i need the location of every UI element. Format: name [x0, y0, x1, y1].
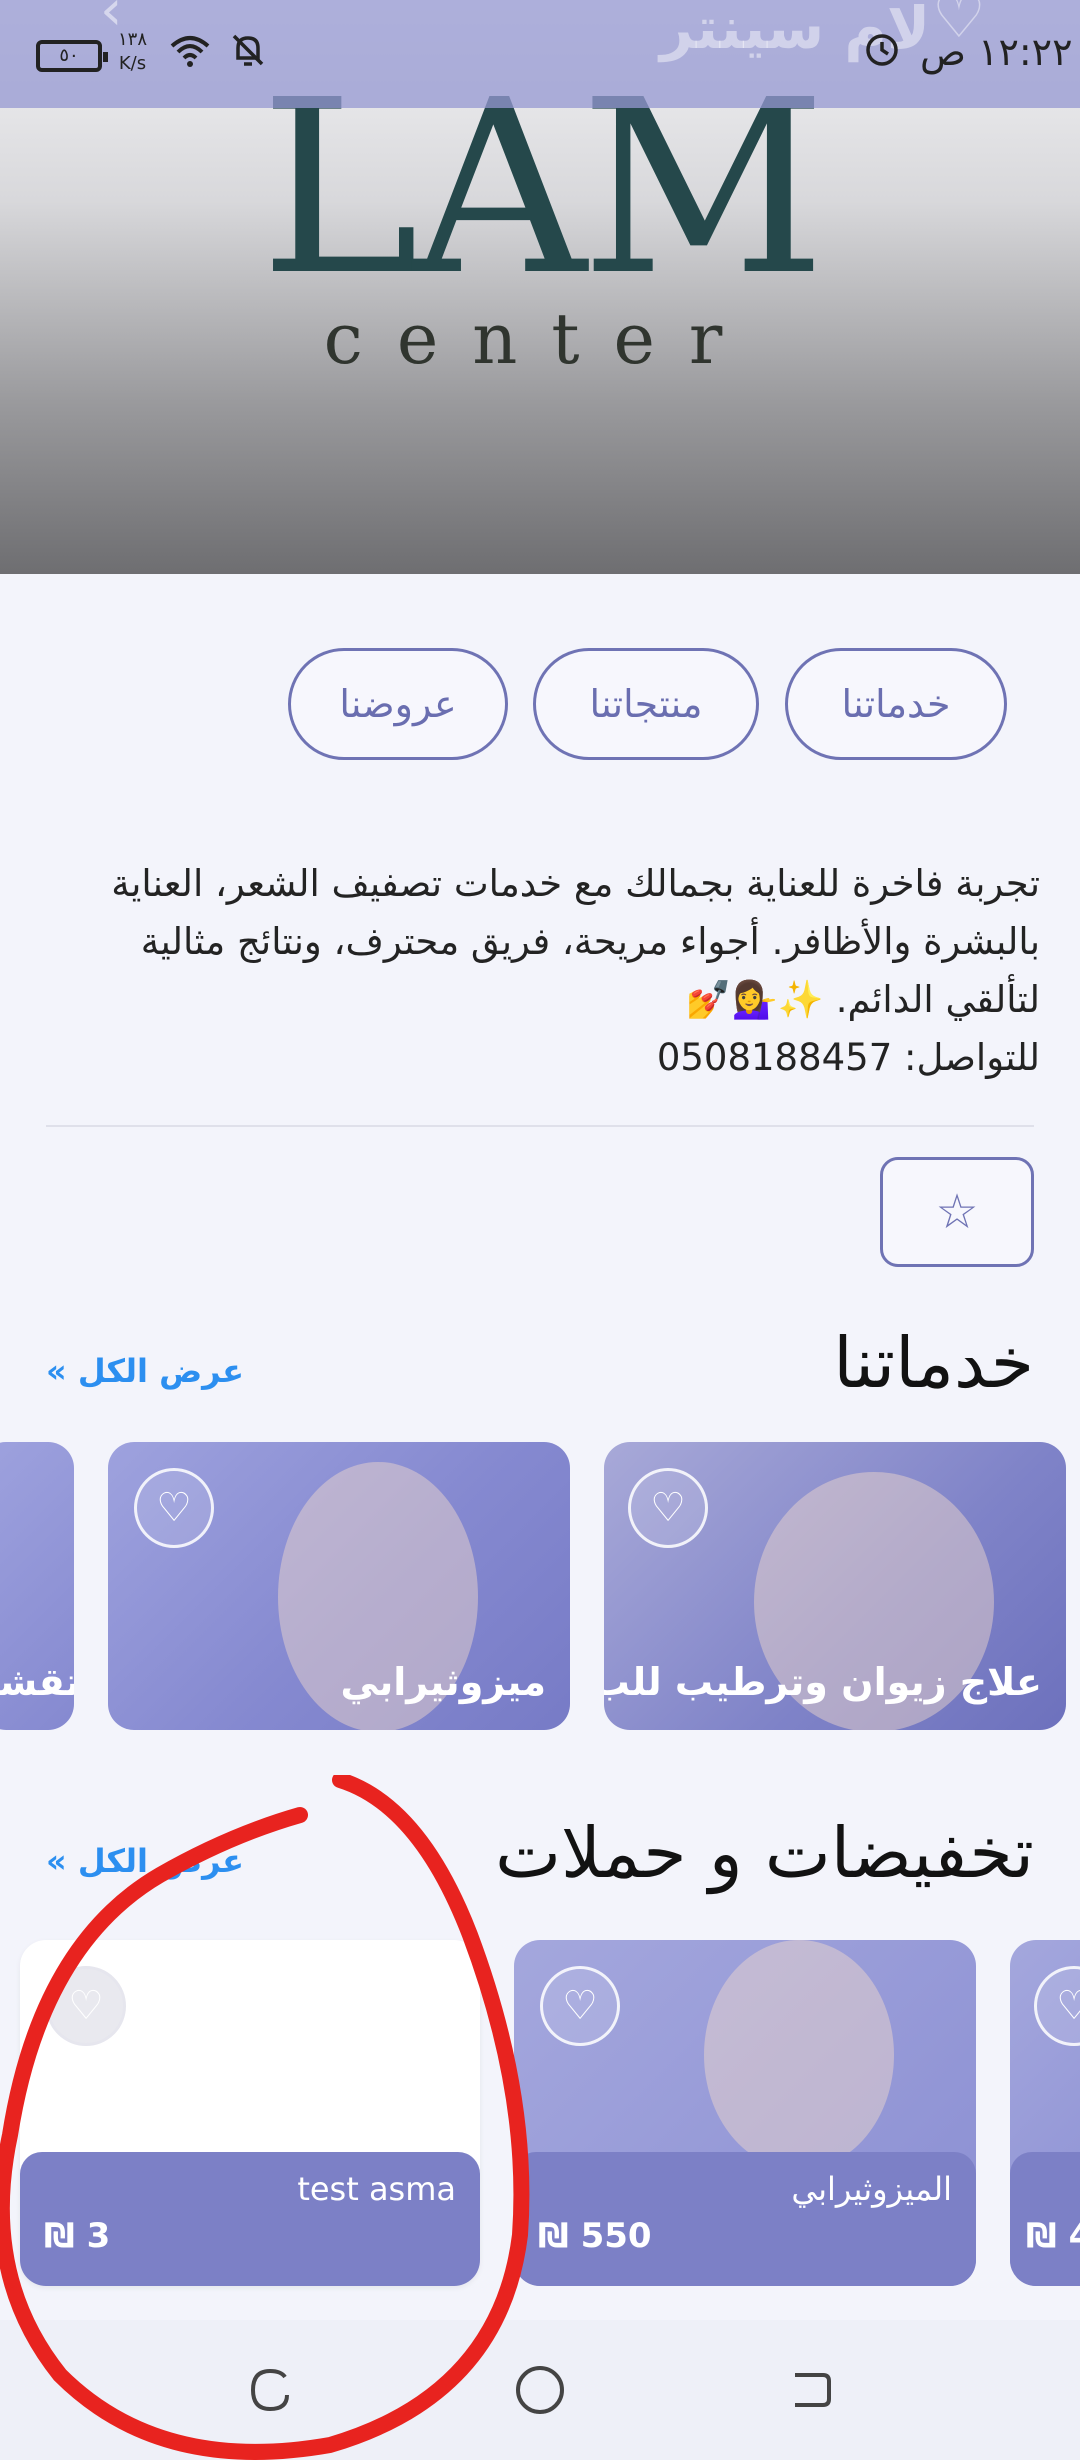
heart-icon[interactable]: ♡: [134, 1468, 214, 1548]
services-view-all-link[interactable]: عرض الكل »: [46, 1352, 244, 1390]
services-title: خدماتنا: [833, 1322, 1034, 1404]
offer-info-bar: الميزوثيرابي ₪ 550: [514, 2152, 976, 2286]
offer-card[interactable]: ♡ الميزوثيرابي ₪ 550: [514, 1940, 976, 2286]
offer-price: ₪ 4: [1026, 2216, 1080, 2256]
heart-icon[interactable]: ♡: [1034, 1966, 1080, 2046]
offer-price: ₪ 3: [44, 2216, 111, 2256]
alarm-icon: [862, 30, 902, 80]
clock-time: ١٢:٢٢ ص: [920, 30, 1073, 74]
heart-icon[interactable]: ♡: [628, 1468, 708, 1548]
battery-icon: ٥٠: [36, 40, 108, 72]
service-card[interactable]: تقشير: [0, 1442, 74, 1730]
offer-price: ₪ 550: [538, 2216, 652, 2256]
network-speed: ١٣٨ K/s: [118, 28, 147, 76]
description-line: لتألقي الدائم. ✨💁‍♀️💅: [685, 978, 1040, 1021]
home-button[interactable]: [510, 2360, 570, 2420]
offers-view-all-link[interactable]: عرض الكل »: [46, 1842, 244, 1880]
heart-icon[interactable]: ♡: [540, 1966, 620, 2046]
bell-off-icon: [228, 30, 268, 79]
offer-image: [704, 1940, 894, 2170]
offer-card[interactable]: ♡ ₪ 4: [1010, 1940, 1080, 2286]
speed-unit: K/s: [118, 53, 147, 74]
wifi-icon: [170, 34, 210, 77]
chip-offers[interactable]: عروضنا: [288, 648, 508, 760]
offer-info-bar: test asma ₪ 3: [20, 2152, 480, 2286]
heart-icon[interactable]: ♡: [46, 1966, 126, 2046]
speed-value: ١٣٨: [118, 29, 148, 50]
chip-products[interactable]: منتجاتنا: [533, 648, 759, 760]
offer-info-bar: ₪ 4: [1010, 2152, 1080, 2286]
service-card[interactable]: ♡ علاج زيوان وترطيب للب...: [604, 1442, 1066, 1730]
rate-button[interactable]: ☆: [880, 1157, 1034, 1267]
back-button[interactable]: [780, 2360, 840, 2420]
service-card[interactable]: ♡ ميزوثيرابي: [108, 1442, 570, 1730]
recent-apps-button[interactable]: [240, 2360, 300, 2420]
offer-name: الميزوثيرابي: [791, 2170, 952, 2208]
service-card-label: ميزوثيرابي: [340, 1660, 546, 1704]
description-line: تجربة فاخرة للعناية بجمالك مع خدمات تصفي…: [111, 862, 1040, 905]
divider: [46, 1125, 1034, 1127]
star-icon: ☆: [935, 1184, 979, 1240]
status-bar: ‹ لام سينتر ♡ ٥٠ ١٣٨ K/s ١٢:٢٢ ص: [0, 0, 1080, 108]
contact-phone[interactable]: للتواصل: 0508188457: [40, 1029, 1040, 1087]
offer-name: test asma: [297, 2170, 456, 2208]
chip-services[interactable]: خدماتنا: [785, 648, 1007, 760]
logo-subtitle: center: [323, 298, 757, 380]
description-line: بالبشرة والأظافر. أجواء مريحة، فريق محتر…: [140, 920, 1040, 963]
offers-title: تخفيضات و حملات: [495, 1812, 1034, 1894]
offer-card[interactable]: ♡ test asma ₪ 3: [20, 1940, 480, 2286]
service-card-label: تقشير: [0, 1660, 74, 1704]
service-card-label: علاج زيوان وترطيب للب...: [604, 1660, 1042, 1704]
about-description: تجربة فاخرة للعناية بجمالك مع خدمات تصفي…: [40, 855, 1040, 1087]
